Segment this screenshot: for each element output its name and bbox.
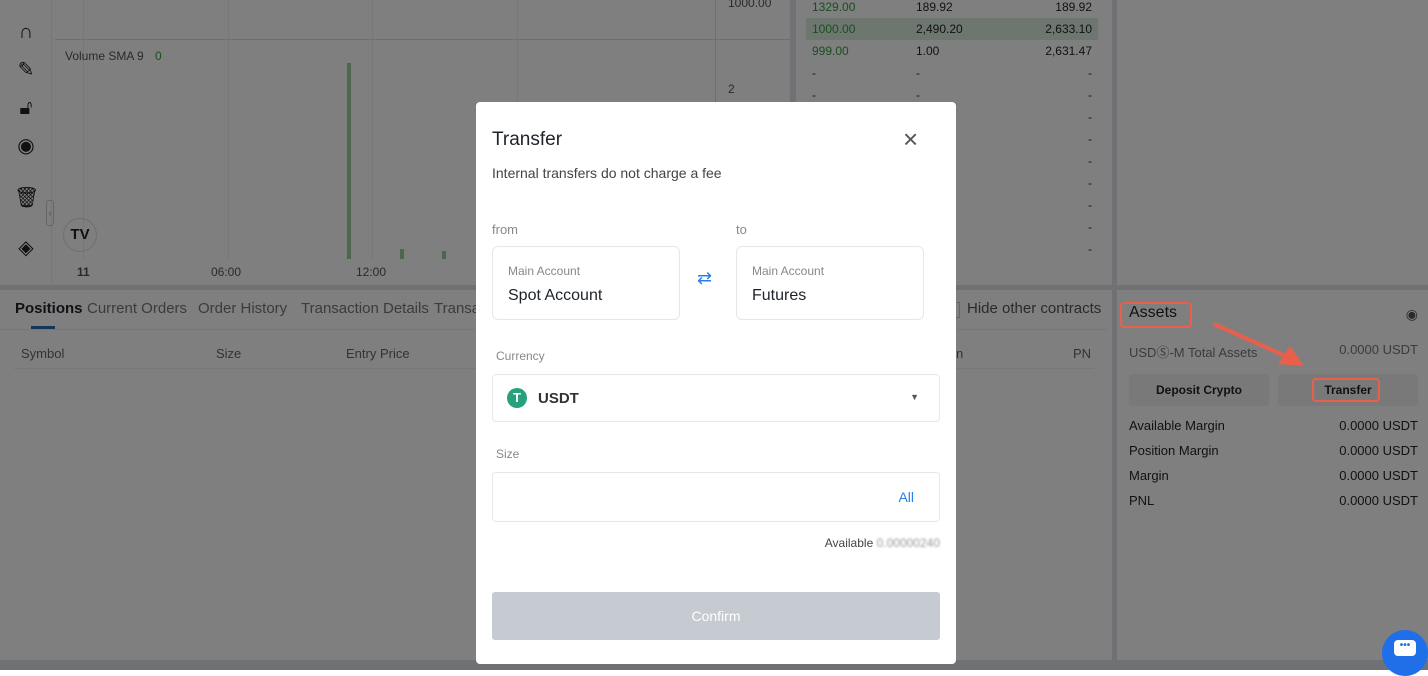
all-button[interactable]: All xyxy=(898,489,914,505)
currency-value: USDT xyxy=(538,390,579,407)
chat-icon: ••• xyxy=(1394,640,1416,656)
dialog-subtitle: Internal transfers do not charge a fee xyxy=(492,165,722,181)
highlight-box xyxy=(1312,378,1380,402)
to-account-name: Futures xyxy=(752,287,807,304)
available-balance: Available 0.00000240 xyxy=(825,536,940,550)
available-value: 0.00000240 xyxy=(876,536,940,550)
transfer-dialog: Transfer × Internal transfers do not cha… xyxy=(476,102,956,664)
to-label: to xyxy=(736,222,747,237)
swap-icon[interactable]: ⇄ xyxy=(697,268,712,289)
from-account-select[interactable]: Main Account Spot Account xyxy=(492,246,680,320)
highlight-box xyxy=(1120,302,1192,328)
from-label: from xyxy=(492,222,518,237)
usdt-icon: T xyxy=(507,388,527,408)
chat-support-button[interactable]: ••• xyxy=(1382,630,1428,676)
close-icon[interactable]: × xyxy=(903,124,918,155)
from-account-type: Main Account xyxy=(508,264,581,278)
available-label: Available xyxy=(824,536,874,550)
dialog-title: Transfer xyxy=(492,129,563,150)
confirm-button[interactable]: Confirm xyxy=(492,592,940,640)
size-input[interactable]: All xyxy=(492,472,940,522)
size-label: Size xyxy=(496,447,520,461)
chevron-down-icon: ▼ xyxy=(910,392,919,402)
arrow-annotation xyxy=(1213,322,1304,366)
to-account-select[interactable]: Main Account Futures xyxy=(736,246,924,320)
from-account-name: Spot Account xyxy=(508,287,603,304)
to-account-type: Main Account xyxy=(752,264,825,278)
currency-select[interactable]: T USDT ▼ xyxy=(492,374,940,422)
currency-label: Currency xyxy=(496,349,545,363)
